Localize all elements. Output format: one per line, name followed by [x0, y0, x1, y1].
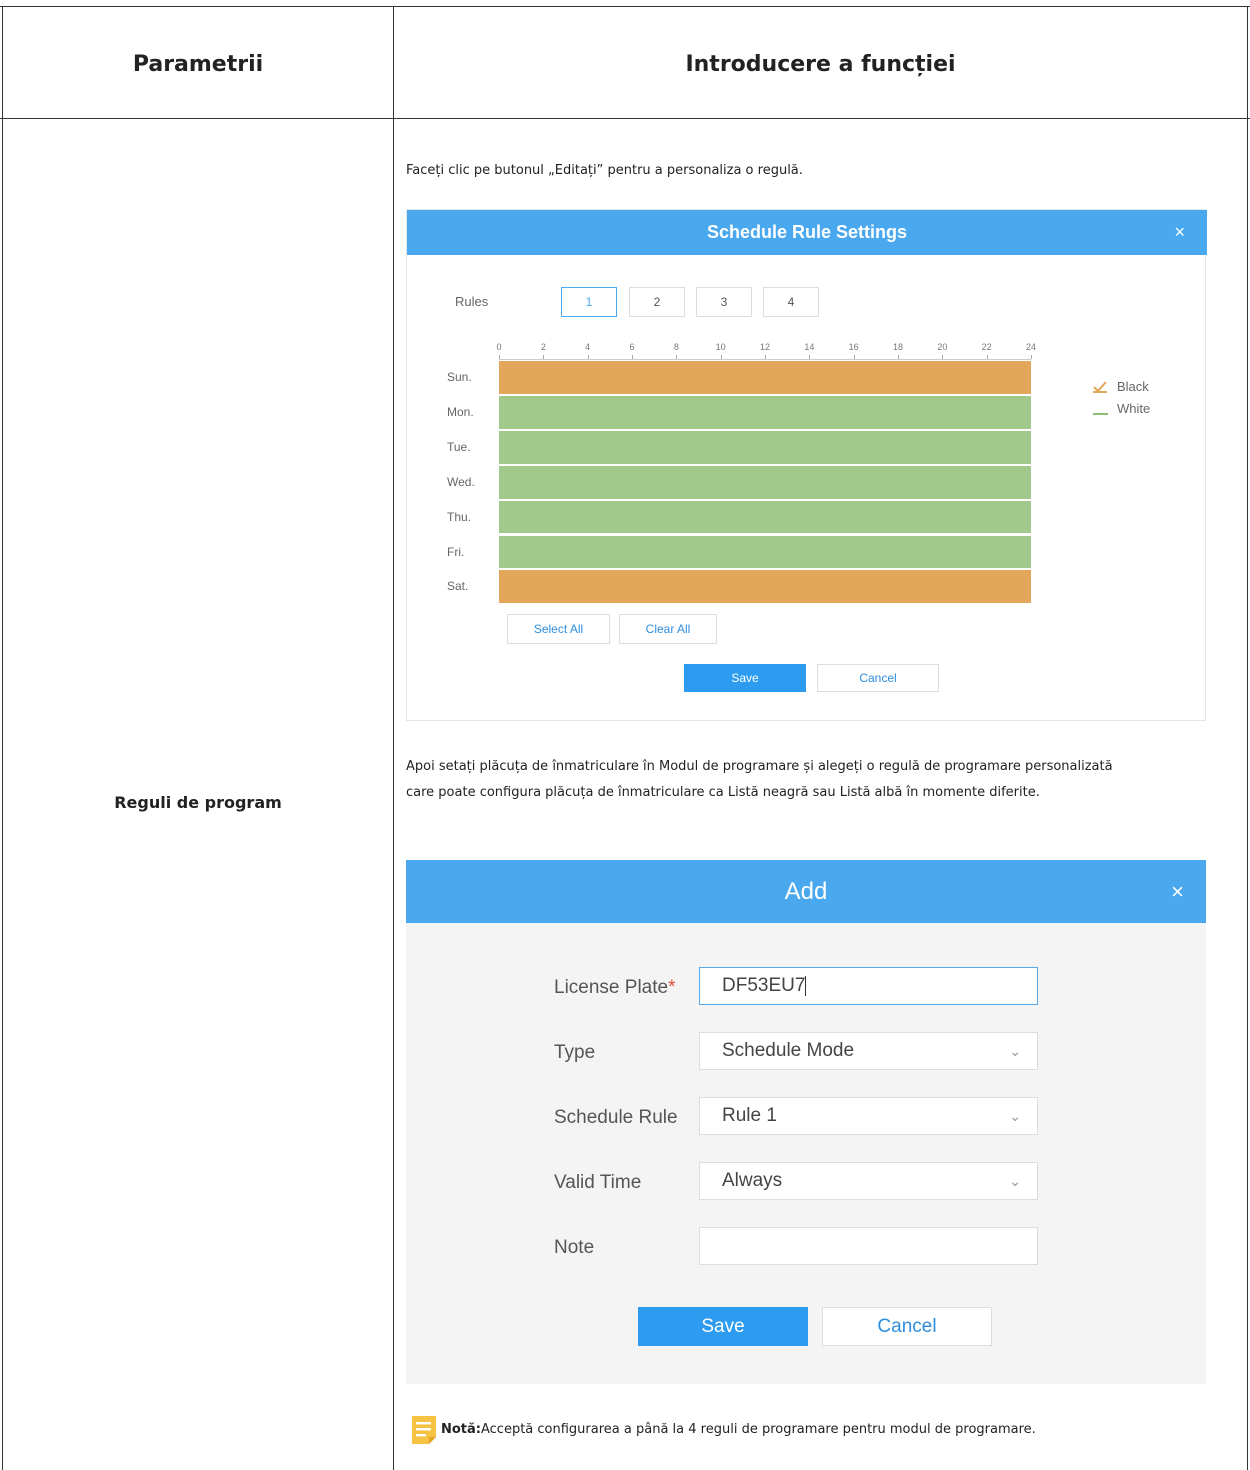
schedule-rule-label: Schedule Rule: [554, 1107, 678, 1128]
description-line-1: Apoi setați plăcuța de înmatriculare în …: [406, 759, 1113, 774]
header-function-intro: Introducere a funcției: [685, 52, 956, 77]
hour-tick-label: 20: [937, 342, 948, 352]
day-label: Thu.: [447, 509, 472, 524]
schedule-row-bar[interactable]: [499, 570, 1031, 604]
note-text: Notă:Acceptă configurarea a până la 4 re…: [441, 1417, 1036, 1442]
schedule-rule-value: Rule 1: [722, 1105, 777, 1126]
valid-time-label: Valid Time: [554, 1172, 642, 1193]
hour-tick-label: 10: [715, 342, 726, 352]
schedule-row-bar[interactable]: [499, 395, 1031, 429]
rule-button-1[interactable]: 1: [561, 287, 617, 317]
rule-button-4[interactable]: 4: [763, 287, 819, 317]
valid-time-value: Always: [722, 1170, 783, 1191]
schedule-row-bar[interactable]: [499, 430, 1031, 464]
dialog-title: Schedule Rule Settings: [706, 222, 908, 242]
cancel-button[interactable]: Cancel: [822, 1307, 992, 1346]
table-border-right: [1247, 6, 1248, 1470]
hour-tick-label: 0: [496, 342, 502, 352]
schedule-row-bar[interactable]: [499, 535, 1031, 569]
schedule-rule-dialog: Schedule Rule Settings × Rules 1 2 3 4 0…: [406, 209, 1207, 721]
legend-black-label: Black: [1117, 379, 1149, 394]
row-parameter-name: Reguli de program: [114, 793, 282, 812]
dialog-title: Add: [784, 878, 828, 905]
type-value: Schedule Mode: [722, 1040, 855, 1061]
note-label: Note: [554, 1237, 595, 1258]
hour-tick-mark: [1031, 355, 1032, 359]
hour-tick-label: 12: [759, 342, 771, 352]
select-all-button[interactable]: Select All: [507, 614, 610, 644]
chevron-down-icon: ⌄: [1009, 1173, 1021, 1189]
type-select[interactable]: Schedule Mode ⌄: [699, 1032, 1038, 1070]
note-body: Acceptă configurarea a până la 4 reguli …: [481, 1422, 1036, 1437]
text-cursor: [805, 975, 807, 996]
cancel-button[interactable]: Cancel: [817, 664, 939, 692]
day-label: Fri.: [447, 544, 465, 559]
save-button[interactable]: Save: [684, 664, 806, 692]
hour-tick-label: 8: [673, 342, 679, 352]
hour-tick-label: 22: [981, 342, 992, 352]
legend-white-swatch: [1093, 413, 1108, 415]
table-border-top: [0, 6, 1250, 7]
add-dialog: Add × License Plate* DF53EU7 Type Schedu…: [406, 860, 1206, 1384]
note-input[interactable]: [699, 1227, 1038, 1265]
valid-time-select[interactable]: Always ⌄: [699, 1162, 1038, 1200]
required-mark: *: [668, 977, 676, 998]
license-plate-label: License Plate*: [554, 977, 675, 999]
schedule-row-bar[interactable]: [499, 361, 1031, 394]
hour-tick-label: 18: [892, 342, 904, 352]
type-label: Type: [554, 1042, 596, 1063]
legend-white-label: White: [1117, 401, 1151, 416]
check-icon: [1093, 378, 1107, 393]
hour-tick-label: 24: [1025, 342, 1037, 352]
description-line-2: care poate configura plăcuța de înmatric…: [406, 785, 1040, 800]
chevron-down-icon: ⌄: [1009, 1108, 1021, 1124]
license-plate-label-text: License Plate: [554, 977, 669, 998]
license-plate-value: DF53EU7: [722, 975, 806, 996]
hour-tick-label: 2: [540, 342, 546, 352]
day-label: Sat.: [447, 579, 469, 594]
table-border-left: [2, 6, 3, 1470]
day-label: Sun.: [447, 370, 472, 384]
hour-tick-label: 4: [585, 342, 591, 352]
hour-axis-line: [499, 359, 1031, 360]
save-button[interactable]: Save: [638, 1307, 808, 1346]
hour-tick-label: 16: [848, 342, 859, 352]
close-icon[interactable]: ×: [1174, 210, 1185, 255]
hour-tick-label: 6: [629, 342, 635, 352]
schedule-row-bar[interactable]: [499, 465, 1031, 499]
day-label: Tue.: [447, 439, 471, 454]
intro-text: Faceți clic pe butonul „Editați” pentru …: [406, 163, 803, 178]
note-icon: [411, 1415, 437, 1445]
license-plate-input[interactable]: DF53EU7: [699, 967, 1038, 1005]
schedule-row-bar[interactable]: [499, 500, 1031, 534]
day-label: Mon.: [447, 404, 474, 419]
table-header-divider: [0, 118, 1250, 119]
header-parameters: Parametrii: [132, 52, 264, 77]
close-icon[interactable]: ×: [1171, 860, 1184, 923]
hour-tick-label: 14: [804, 342, 815, 352]
rule-button-2[interactable]: 2: [629, 287, 685, 317]
rules-label: Rules: [455, 294, 489, 309]
day-label: Wed.: [447, 474, 475, 489]
schedule-rule-select[interactable]: Rule 1 ⌄: [699, 1097, 1038, 1135]
note-label: Notă:: [441, 1422, 481, 1437]
clear-all-button[interactable]: Clear All: [619, 614, 717, 644]
chevron-down-icon: ⌄: [1009, 1043, 1021, 1059]
rule-button-3[interactable]: 3: [696, 287, 752, 317]
table-column-divider: [393, 6, 394, 1470]
